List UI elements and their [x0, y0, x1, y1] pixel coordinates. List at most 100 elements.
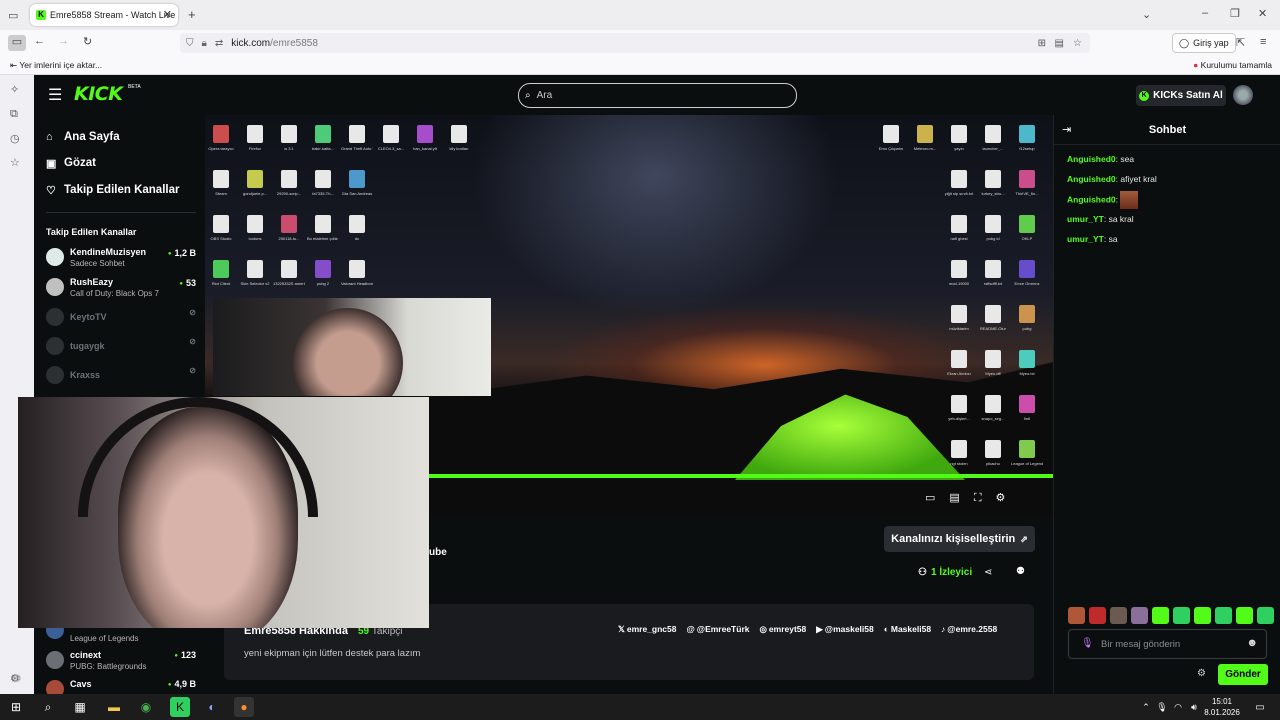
threads-link[interactable]: @ @EmreeTürk	[686, 624, 749, 635]
desktop-file-label: kliy kodları	[449, 146, 469, 151]
import-bookmarks-link[interactable]: ⇤ Yer imlerini içe aktar...	[10, 60, 102, 71]
sidebar-toggle-icon[interactable]: ▭	[8, 35, 26, 51]
share-icon[interactable]: ⋖	[984, 567, 992, 578]
emote-button[interactable]	[1152, 607, 1169, 624]
bookmarks-icon[interactable]: ☆	[10, 156, 20, 169]
emote-button[interactable]	[1194, 607, 1211, 624]
desktop-file-icon: Gta San Andreas	[341, 170, 373, 208]
desktop-file-icon: OBS Studio	[205, 215, 237, 253]
chevron-down-icon[interactable]: ⌄	[1142, 8, 1151, 21]
emote-button[interactable]	[1257, 607, 1274, 624]
hamburger-menu-icon[interactable]: ☰	[48, 85, 62, 105]
history-icon[interactable]: ◷	[10, 132, 20, 145]
start-icon[interactable]: ⊞	[6, 697, 26, 717]
desktop-file-icon: han_kanal.yft	[409, 125, 441, 163]
followed-channel[interactable]: KeytoTV ⊘	[46, 306, 196, 330]
search-input[interactable]: ⌕ Ara	[518, 83, 797, 108]
recommended-channel[interactable]: ccinext PUBG: Battlegrounds 123	[46, 650, 196, 674]
emote-button[interactable]	[1215, 607, 1232, 624]
browser-tab[interactable]: K Emre5858 Stream - Watch Live ✕	[30, 4, 178, 26]
chat-username[interactable]: Anguished0	[1067, 194, 1116, 204]
minimize-icon[interactable]: –	[1202, 7, 1208, 19]
x-link[interactable]: 𝕏emre_gnc58	[618, 624, 676, 635]
user-avatar[interactable]	[1233, 85, 1253, 105]
kick-app-icon[interactable]: K	[170, 697, 190, 717]
buy-kicks-button[interactable]: K KICKs Satın Al	[1136, 85, 1226, 106]
desktop-file-label: launcher_...	[982, 146, 1004, 151]
firefox-taskbar-icon[interactable]: ●	[234, 697, 254, 717]
emoji-picker-icon[interactable]: ☻	[1246, 637, 1258, 649]
system-clock[interactable]: 15:01 8.01.2026	[1202, 696, 1242, 718]
notifications-icon[interactable]: ▭	[1250, 697, 1270, 717]
nav-settings-icon[interactable]: ⚙	[12, 672, 22, 685]
bookmark-star-icon[interactable]: ☆	[1073, 38, 1082, 49]
chat-username[interactable]: Anguished0	[1067, 154, 1116, 164]
url-bar[interactable]: ⛉ 🔒︎ ⇄ kick.com/emre5858 ⊞ ▤ ☆	[180, 33, 1090, 53]
chat-settings-icon[interactable]: ⚙	[1197, 668, 1206, 679]
menu-icon[interactable]: ≡	[1260, 36, 1266, 48]
login-label: Giriş yap	[1193, 38, 1229, 48]
setup-notice-link[interactable]: ● Kurulumu tamamla	[1193, 60, 1272, 70]
nav-browse[interactable]: ▣ Gözat	[46, 154, 96, 172]
chat-username[interactable]: Anguished0	[1067, 174, 1116, 184]
close-window-icon[interactable]: ✕	[1258, 7, 1267, 20]
reload-icon[interactable]: ↻	[83, 35, 92, 48]
ai-icon[interactable]: ✧	[10, 83, 19, 96]
chrome-icon[interactable]: ◉	[136, 697, 156, 717]
chat-username[interactable]: umur_YT	[1067, 214, 1104, 224]
theater-mode-icon[interactable]: ▭	[925, 492, 949, 504]
discord-link[interactable]: ◐ Maskeli58	[884, 624, 931, 635]
tiktok-link[interactable]: ♪ @emre.2558	[941, 624, 997, 635]
instagram-link[interactable]: ◎ emreyt58	[759, 624, 806, 635]
followed-channel[interactable]: tugaygk ⊘	[46, 335, 196, 359]
desktop-file-label: 13225332S america 10	[273, 281, 305, 286]
desktop-file-label: Myeo.dff	[985, 371, 1001, 376]
emote-bar	[1068, 607, 1274, 624]
customize-channel-button[interactable]: Kanalınızı kişiselleştirin ⇗	[884, 526, 1035, 552]
fullscreen-icon[interactable]: ⛶	[974, 492, 996, 504]
desktop-file-icon: yiğit slp sınıfı.txt	[943, 170, 975, 208]
file-explorer-icon[interactable]: ▬	[104, 697, 124, 717]
nav-home-label: Ana Sayfa	[64, 131, 120, 143]
browser-login-button[interactable]: ◯ Giriş yap	[1172, 33, 1236, 53]
emote-button[interactable]	[1236, 607, 1253, 624]
video-settings-icon[interactable]: ⚙	[996, 492, 1020, 504]
nav-following[interactable]: ♡ Takip Edilen Kanallar	[46, 181, 179, 199]
followed-channel[interactable]: Kraxss ⊘	[46, 364, 196, 388]
shield-icon[interactable]: ⛉	[186, 38, 194, 49]
new-tab-icon[interactable]: +	[188, 7, 196, 22]
nav-divider	[46, 212, 196, 213]
synced-tabs-icon[interactable]: ⧉	[10, 108, 18, 121]
import-bookmarks-label: Yer imlerini içe aktar...	[19, 60, 103, 70]
obs-icon[interactable]: ◐	[202, 697, 222, 717]
permissions-icon[interactable]: ⇄	[215, 38, 223, 49]
followed-channel[interactable]: KendineMuzisyen Sadece Sohbet 1,2 B	[46, 246, 196, 270]
emote-button[interactable]	[1068, 607, 1085, 624]
nav-home[interactable]: ⌂ Ana Sayfa	[46, 128, 120, 146]
volume-icon[interactable]: 🔊︎	[1184, 697, 1204, 717]
lock-icon[interactable]: 🔒︎	[202, 38, 207, 49]
chat-username[interactable]: umur_YT	[1067, 234, 1104, 244]
microphone-icon[interactable]: 🎙︎	[1081, 638, 1094, 649]
youtube-link[interactable]: ▶ @maskeli58	[816, 624, 873, 635]
add-user-icon[interactable]: ⚉	[1016, 566, 1025, 577]
emote-button[interactable]	[1089, 607, 1106, 624]
kick-logo[interactable]: KICK	[74, 83, 123, 105]
emote-button[interactable]	[1131, 607, 1148, 624]
emote-button[interactable]	[1110, 607, 1127, 624]
search-taskbar-icon[interactable]: ⌕	[38, 697, 58, 717]
back-icon[interactable]: ←	[34, 35, 45, 47]
reader-view-icon[interactable]: ▤	[1055, 38, 1064, 49]
forward-icon[interactable]: →	[58, 35, 69, 47]
captions-icon[interactable]: ▤	[949, 492, 973, 504]
extensions-icon[interactable]: ⇱	[1236, 36, 1245, 49]
restore-icon[interactable]: ❐	[1230, 7, 1240, 20]
emote-button[interactable]	[1173, 607, 1190, 624]
tab-list-icon[interactable]: ▭	[8, 9, 18, 22]
chat-message-input[interactable]: 🎙︎ Bir mesaj gönderin ☻	[1068, 629, 1267, 659]
send-button[interactable]: Gönder	[1218, 664, 1268, 685]
translate-icon[interactable]: ⊞	[1038, 38, 1046, 49]
followed-channel[interactable]: RushEazy Call of Duty: Black Ops 7 53	[46, 276, 196, 300]
close-tab-icon[interactable]: ✕	[163, 8, 172, 21]
task-view-icon[interactable]: ▦	[70, 697, 90, 717]
